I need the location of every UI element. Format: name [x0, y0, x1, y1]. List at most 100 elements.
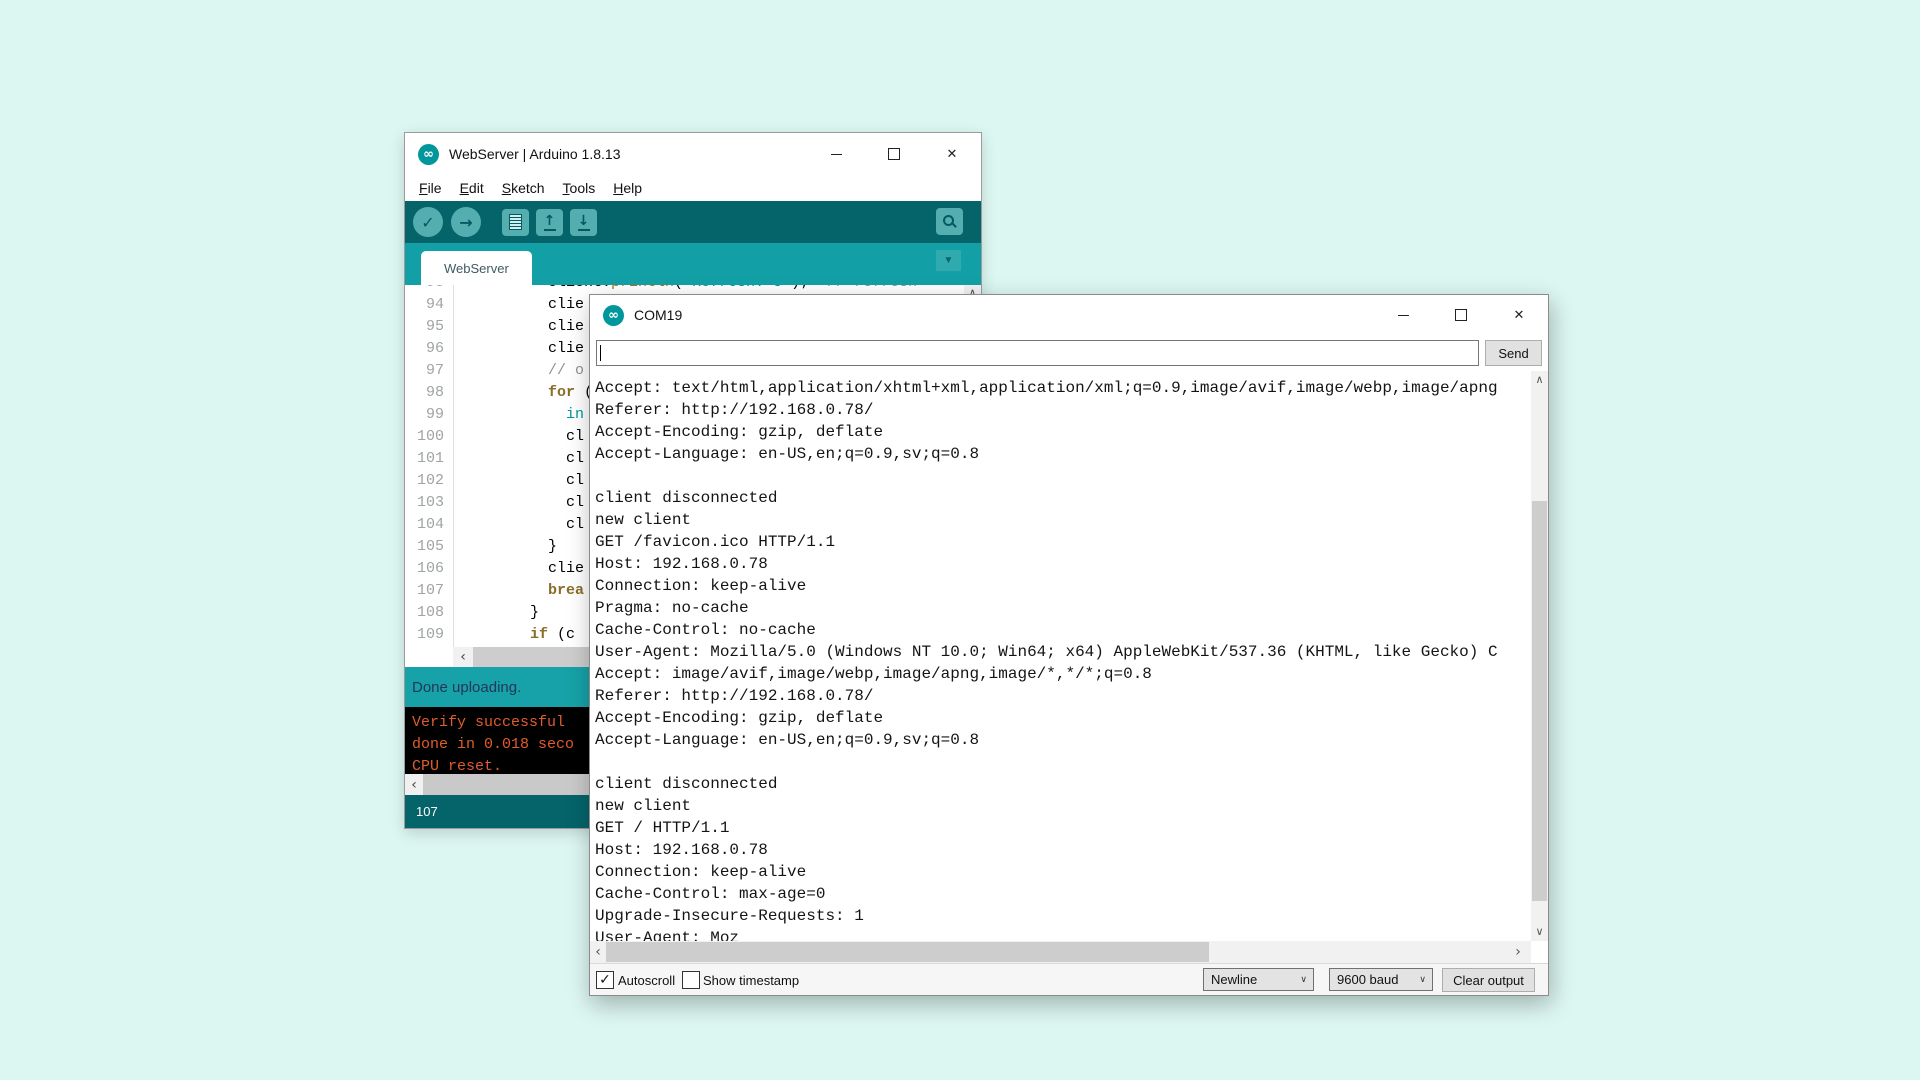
- serial-output-line: Accept-Encoding: gzip, deflate: [595, 421, 1531, 443]
- serial-output-line: Connection: keep-alive: [595, 861, 1531, 883]
- minimize-icon: [1398, 315, 1409, 316]
- save-icon: ↓: [578, 214, 590, 231]
- line-number: 97: [405, 360, 453, 382]
- editor-gutter: 9394959697989910010110210310410510610710…: [405, 285, 454, 647]
- tab-websever[interactable]: WebServer: [421, 251, 532, 285]
- close-button[interactable]: ✕: [1490, 295, 1548, 335]
- serial-horizontal-scrollbar[interactable]: ‹ ›: [590, 941, 1531, 963]
- tab-dropdown-button[interactable]: ▼: [936, 250, 961, 271]
- serial-output-line: Accept: text/html,application/xhtml+xml,…: [595, 377, 1531, 399]
- arduino-app-icon: ∞: [603, 305, 624, 326]
- maximize-button[interactable]: [865, 133, 923, 175]
- autoscroll-checkbox[interactable]: ✓: [596, 971, 614, 989]
- line-number: 107: [405, 580, 453, 602]
- line-number: 95: [405, 316, 453, 338]
- line-number: 94: [405, 294, 453, 316]
- scroll-right-button[interactable]: ›: [1510, 941, 1526, 963]
- line-number: 109: [405, 624, 453, 646]
- menu-item-file[interactable]: File: [410, 180, 451, 196]
- checkmark-icon: ✓: [599, 972, 611, 988]
- serial-output-line: GET /favicon.ico HTTP/1.1: [595, 531, 1531, 553]
- scroll-left-button[interactable]: ‹: [453, 647, 473, 667]
- close-icon: ✕: [1514, 309, 1525, 322]
- line-number: 102: [405, 470, 453, 492]
- minimize-button[interactable]: [1374, 295, 1432, 335]
- arduino-window-title: WebServer | Arduino 1.8.13: [449, 146, 620, 162]
- serial-output-line: Accept-Language: en-US,en;q=0.9,sv;q=0.8: [595, 729, 1531, 751]
- dropdown-triangle-icon: ▼: [944, 255, 954, 266]
- line-number: 108: [405, 602, 453, 624]
- line-number: 100: [405, 426, 453, 448]
- serial-output-line: client disconnected: [595, 487, 1531, 509]
- arduino-titlebar[interactable]: ∞ WebServer | Arduino 1.8.13 ✕: [405, 133, 981, 175]
- upload-button[interactable]: →: [451, 207, 481, 237]
- save-button[interactable]: ↓: [570, 209, 597, 236]
- scroll-down-button[interactable]: ∨: [1531, 924, 1548, 940]
- menu-item-edit[interactable]: Edit: [451, 180, 493, 196]
- serial-vertical-scrollbar[interactable]: ∧ ∨: [1531, 371, 1548, 941]
- serial-output-line: [595, 465, 1531, 487]
- maximize-button[interactable]: [1432, 295, 1490, 335]
- serial-output-line: Referer: http://192.168.0.78/: [595, 685, 1531, 707]
- scroll-left-button[interactable]: ‹: [590, 941, 606, 963]
- serial-output-line: GET / HTTP/1.1: [595, 817, 1531, 839]
- document-icon: [509, 214, 522, 230]
- open-icon: ↑: [544, 214, 556, 231]
- baud-rate-select[interactable]: 9600 baud ∨: [1329, 968, 1433, 991]
- line-number: 99: [405, 404, 453, 426]
- verify-button[interactable]: ✓: [413, 207, 443, 237]
- serial-output-line: Accept-Encoding: gzip, deflate: [595, 707, 1531, 729]
- serial-bottom-bar: ✓ Autoscroll ✓ Show timestamp Newline ∨ …: [590, 963, 1548, 995]
- serial-monitor-window: ∞ COM19 ✕ Send Accept: text/html,applica…: [589, 294, 1549, 996]
- maximize-icon: [888, 148, 900, 160]
- chevron-down-icon: ∨: [1300, 975, 1307, 985]
- serial-output-line: client disconnected: [595, 773, 1531, 795]
- line-number: 93: [405, 285, 453, 294]
- clear-output-button[interactable]: Clear output: [1442, 968, 1535, 992]
- menu-item-tools[interactable]: Tools: [554, 180, 605, 196]
- scroll-up-button[interactable]: ∧: [1531, 372, 1548, 388]
- line-number: 104: [405, 514, 453, 536]
- magnifier-icon: [942, 214, 957, 229]
- timestamp-checkbox[interactable]: ✓: [682, 971, 700, 989]
- line-number: 96: [405, 338, 453, 360]
- line-number: 105: [405, 536, 453, 558]
- serial-output-line: Cache-Control: no-cache: [595, 619, 1531, 641]
- serial-output-line: Host: 192.168.0.78: [595, 553, 1531, 575]
- menu-bar: File Edit Sketch Tools Help: [405, 175, 981, 201]
- minimize-button[interactable]: [807, 133, 865, 175]
- new-sketch-button[interactable]: [502, 209, 529, 236]
- line-ending-select[interactable]: Newline ∨: [1203, 968, 1314, 991]
- status-text: Done uploading.: [412, 679, 521, 696]
- tab-label: WebServer: [444, 261, 509, 276]
- serial-monitor-button[interactable]: [936, 208, 963, 235]
- serial-vscroll-thumb[interactable]: [1532, 501, 1547, 901]
- menu-item-sketch[interactable]: Sketch: [493, 180, 554, 196]
- tab-strip: WebServer ▼: [405, 243, 981, 285]
- line-number: 98: [405, 382, 453, 404]
- open-button[interactable]: ↑: [536, 209, 563, 236]
- serial-input-row: Send: [590, 335, 1548, 371]
- serial-output-line: Accept-Language: en-US,en;q=0.9,sv;q=0.8: [595, 443, 1531, 465]
- serial-output-line: User-Agent: Mozilla/5.0 (Windows NT 10.0…: [595, 641, 1531, 663]
- serial-output-line: Host: 192.168.0.78: [595, 839, 1531, 861]
- serial-output-line: Accept: image/avif,image/webp,image/apng…: [595, 663, 1531, 685]
- minimize-icon: [831, 154, 842, 155]
- scroll-left-button[interactable]: ‹: [405, 774, 423, 795]
- serial-output: Accept: text/html,application/xhtml+xml,…: [590, 371, 1531, 941]
- serial-output-line: new client: [595, 509, 1531, 531]
- serial-hscroll-thumb[interactable]: [606, 942, 1209, 962]
- menu-item-help[interactable]: Help: [604, 180, 651, 196]
- serial-output-line: Upgrade-Insecure-Requests: 1: [595, 905, 1531, 927]
- timestamp-label: Show timestamp: [703, 973, 799, 988]
- close-button[interactable]: ✕: [923, 133, 981, 175]
- serial-titlebar[interactable]: ∞ COM19 ✕: [590, 295, 1548, 335]
- serial-output-line: Pragma: no-cache: [595, 597, 1531, 619]
- check-icon: ✓: [421, 213, 434, 232]
- send-button[interactable]: Send: [1485, 340, 1542, 366]
- serial-input[interactable]: [596, 340, 1479, 366]
- code-line-93: client.println("Refresh: 5"); // refresh: [454, 285, 981, 294]
- serial-output-line: new client: [595, 795, 1531, 817]
- infinity-icon: ∞: [608, 308, 619, 323]
- autoscroll-label: Autoscroll: [618, 973, 675, 988]
